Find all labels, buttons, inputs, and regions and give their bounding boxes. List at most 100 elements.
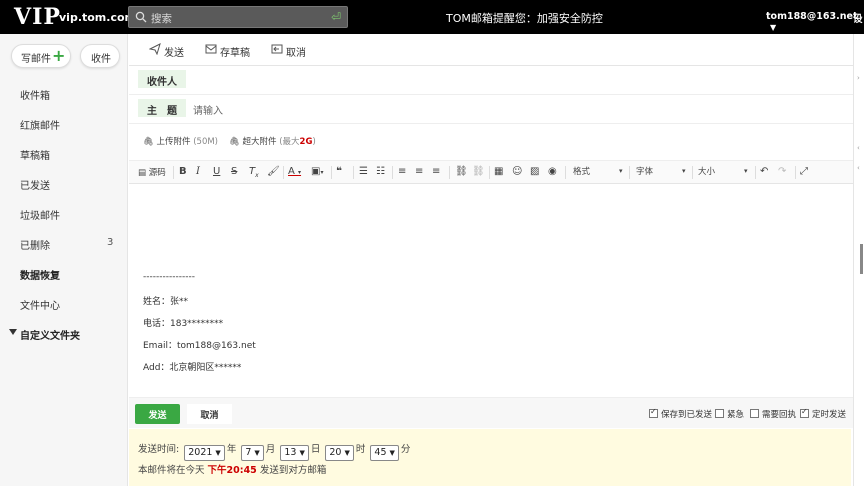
sidebar-item-trash[interactable]: 已删除 3: [0, 230, 128, 260]
urgent-option[interactable]: 紧急: [715, 408, 744, 420]
align-right-icon[interactable]: ≡: [432, 166, 440, 177]
font-color-icon[interactable]: A ▾: [288, 166, 301, 177]
emoji-icon[interactable]: ☺: [512, 166, 522, 177]
receive-button[interactable]: 收件: [80, 44, 120, 68]
search-box[interactable]: 搜索 ⏎: [128, 6, 348, 28]
compose-button[interactable]: 写邮件 +: [11, 44, 71, 68]
option-label: 定时发送: [812, 410, 847, 420]
large-limit-prefix: (最大: [279, 137, 300, 147]
sidebar-item-sent[interactable]: 已发送: [0, 170, 128, 200]
day-unit: 日: [310, 444, 321, 455]
month-select[interactable]: 7 ▼: [241, 445, 264, 461]
send-label: 发送: [164, 48, 184, 59]
sidebar-item-label: 已发送: [20, 181, 50, 192]
subject-input[interactable]: 请输入: [193, 102, 223, 117]
receipt-checkbox[interactable]: [750, 409, 759, 418]
redo-icon[interactable]: ↷: [778, 166, 786, 177]
sidebar-item-label: 文件中心: [20, 301, 60, 312]
divider: [449, 166, 450, 179]
table-icon[interactable]: ▦: [494, 166, 503, 177]
toolbar-save-draft-button[interactable]: 存草稿: [205, 43, 255, 59]
send-icon: [149, 43, 161, 55]
vip-logo[interactable]: VIP: [14, 4, 61, 30]
bullet-list-icon[interactable]: ☰: [359, 166, 368, 177]
sidebar-item-label: 已删除: [20, 241, 50, 252]
scroll-thumb[interactable]: [860, 244, 863, 274]
format-dropdown[interactable]: 格式 ▾: [573, 165, 625, 177]
sidebar-item-custom-folders[interactable]: 自定义文件夹: [0, 320, 128, 350]
scroll-mark: ‹: [857, 144, 860, 152]
urgent-checkbox[interactable]: [715, 409, 724, 418]
bold-icon[interactable]: B: [179, 166, 187, 177]
undo-icon[interactable]: ↶: [760, 166, 768, 177]
numbered-list-icon[interactable]: ☷: [376, 166, 385, 177]
subject-label: 主 题: [138, 99, 186, 117]
chevron-down-icon: ▼: [389, 449, 395, 457]
italic-icon[interactable]: I: [196, 166, 200, 177]
font-dropdown[interactable]: 字体 ▾: [636, 165, 688, 177]
quote-icon[interactable]: ❝: [336, 166, 342, 177]
note-prefix: 本邮件将在今天: [138, 465, 205, 476]
scheduled-send-checkbox[interactable]: [800, 407, 809, 418]
scheduled-send-option[interactable]: 定时发送: [800, 407, 847, 420]
align-left-icon[interactable]: ≡: [398, 166, 406, 177]
day-select[interactable]: 13 ▼: [280, 445, 309, 461]
minute-value: 45: [374, 447, 387, 458]
divider: [755, 166, 756, 179]
signature-name: 姓名：张**: [143, 297, 189, 307]
recipient-label[interactable]: 收件人: [138, 70, 186, 88]
sidebar-item-label: 草稿箱: [20, 151, 50, 162]
minute-select[interactable]: 45 ▼: [370, 445, 399, 461]
large-attachment-link[interactable]: 🖇 超大附件 (最大2G): [229, 135, 316, 147]
large-label: 超大附件: [242, 137, 277, 147]
sidebar-item-inbox[interactable]: 收件箱: [0, 80, 128, 110]
link-icon[interactable]: ⛓: [455, 166, 468, 177]
save-to-sent-checkbox[interactable]: [649, 407, 658, 418]
receipt-option[interactable]: 需要回执: [750, 408, 796, 420]
image-icon[interactable]: ▨: [530, 166, 539, 177]
enter-icon[interactable]: ⏎: [331, 10, 341, 24]
upload-label: 上传附件: [156, 137, 191, 147]
year-select[interactable]: 2021 ▼: [184, 445, 225, 461]
fullscreen-icon[interactable]: ⤢: [800, 166, 808, 177]
sidebar-item-spam[interactable]: 垃圾邮件: [0, 200, 128, 230]
compass-icon[interactable]: ◉: [548, 166, 557, 177]
chevron-down-icon: ▼: [344, 449, 350, 457]
size-dropdown[interactable]: 大小 ▾: [698, 165, 750, 177]
sidebar-item-files[interactable]: 文件中心: [0, 290, 128, 320]
sidebar-item-drafts[interactable]: 草稿箱: [0, 140, 128, 170]
underline-icon[interactable]: U: [213, 166, 220, 177]
note-suffix: 发送到对方邮箱: [259, 465, 327, 476]
clear-format-icon[interactable]: Tx: [249, 166, 259, 179]
source-button[interactable]: ▤ 源码: [138, 166, 166, 178]
toolbar-cancel-button[interactable]: 取消: [271, 43, 311, 59]
upload-limit: (50M): [193, 137, 219, 147]
compose-label: 写邮件: [21, 54, 51, 65]
sidebar-item-flagged[interactable]: 红旗邮件: [0, 110, 128, 140]
hour-unit: 时: [355, 444, 366, 455]
search-input[interactable]: 搜索: [151, 11, 172, 26]
sidebar-item-recovery[interactable]: 数据恢复: [0, 260, 128, 290]
format-label: 格式: [573, 167, 591, 177]
strikethrough-icon[interactable]: S: [231, 166, 237, 177]
send-button[interactable]: 发送: [135, 404, 180, 424]
toolbar-send-button[interactable]: 发送: [149, 43, 189, 59]
unlink-icon[interactable]: ⛓: [472, 166, 485, 177]
background-color-icon[interactable]: ▣▾: [311, 166, 323, 177]
paperclip-icon: 🖇: [143, 137, 154, 147]
recipient-row[interactable]: 收件人: [129, 67, 853, 95]
align-center-icon[interactable]: ≡: [415, 166, 423, 177]
large-limit-suffix: ): [312, 137, 316, 147]
hour-select[interactable]: 20 ▼: [325, 445, 354, 461]
cancel-button[interactable]: 取消: [187, 404, 232, 424]
right-scrollbar[interactable]: › ‹ ‹: [853, 34, 864, 486]
chevron-down-icon: ▾: [682, 167, 686, 175]
format-painter-icon[interactable]: 🖌: [267, 166, 280, 177]
account-menu[interactable]: tom188@163.net▼: [766, 11, 864, 33]
save-to-sent-option[interactable]: 保存到已发送: [649, 407, 712, 420]
divider: [629, 166, 630, 179]
settings-link[interactable]: 设: [853, 11, 863, 25]
upload-attachment-link[interactable]: 🖇 上传附件 (50M): [143, 135, 218, 147]
editor-body[interactable]: ---------------- 姓名：张** 电话：183******** E…: [129, 185, 853, 396]
scheduled-send-panel: 发送时间: 2021 ▼ 年 7 ▼ 月 13 ▼ 日 20 ▼ 时 45 ▼ 分 本邮件将在今天 …: [129, 429, 851, 486]
